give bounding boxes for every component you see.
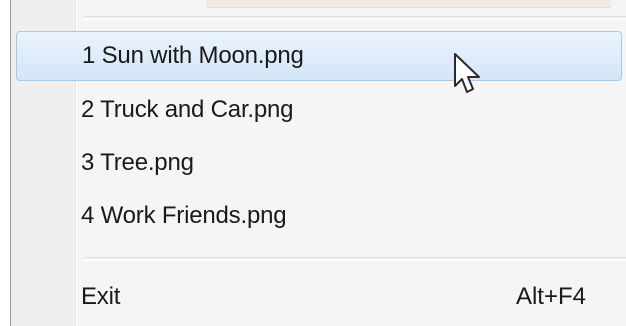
recent-file-item-2[interactable]: 2 Truck and Car.png [16, 85, 622, 135]
file-menu-dropdown: 1 Sun with Moon.png 2 Truck and Car.png … [11, 0, 626, 326]
exit-label: Exit [81, 283, 121, 310]
exit-menu-item[interactable]: Exit Alt+F4 [16, 272, 622, 322]
menu-separator [83, 16, 626, 20]
menu-top-strip [206, 0, 611, 8]
recent-file-label: 4 Work Friends.png [81, 202, 287, 229]
window-frame-left [0, 0, 11, 326]
recent-file-label: 3 Tree.png [81, 149, 194, 176]
recent-file-item-4[interactable]: 4 Work Friends.png [16, 191, 622, 241]
mouse-pointer-icon [454, 53, 480, 93]
recent-file-item-1[interactable]: 1 Sun with Moon.png [16, 31, 622, 81]
menu-separator [83, 257, 626, 261]
recent-file-label: 1 Sun with Moon.png [82, 42, 304, 69]
exit-shortcut: Alt+F4 [515, 283, 586, 310]
recent-file-label: 2 Truck and Car.png [81, 96, 294, 123]
recent-file-item-3[interactable]: 3 Tree.png [16, 138, 622, 188]
